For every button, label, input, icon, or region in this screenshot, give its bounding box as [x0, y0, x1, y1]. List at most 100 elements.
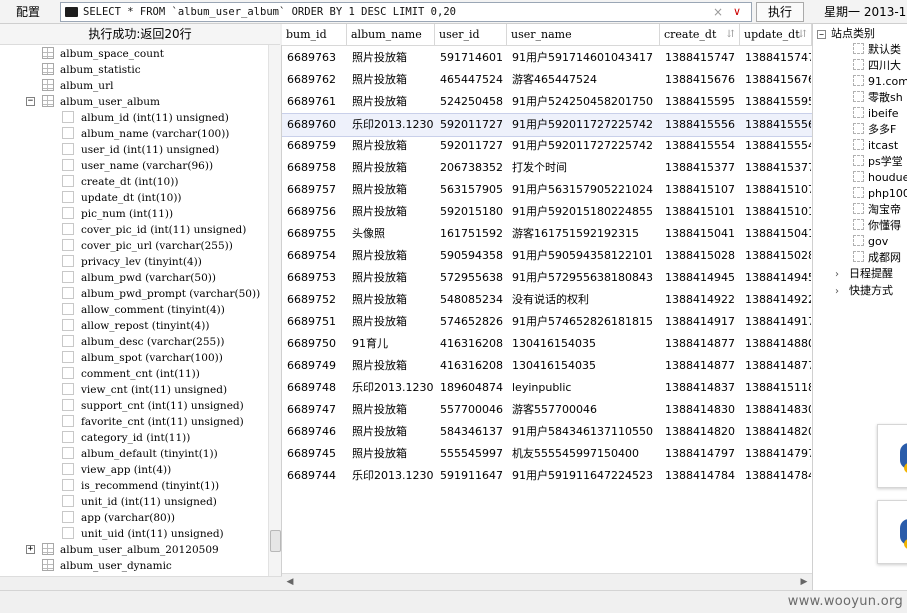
- cell-album-name[interactable]: 照片投放箱: [352, 135, 434, 157]
- cell-update-dt[interactable]: 1388415747: [745, 47, 811, 69]
- cell-user-name[interactable]: 91用户591714601043417: [512, 47, 659, 69]
- tree-table-item[interactable]: album_space_count: [42, 46, 164, 62]
- scroll-right-icon[interactable]: ▶: [798, 576, 810, 588]
- cell-bum-id[interactable]: 6689744: [287, 465, 346, 487]
- table-row[interactable]: 6689752 照片投放箱 548085234 没有说话的权利 1388414922 13…: [282, 289, 812, 311]
- cell-album-name[interactable]: 照片投放箱: [352, 443, 434, 465]
- cell-album-name[interactable]: 照片投放箱: [352, 355, 434, 377]
- column-header-user-id[interactable]: user_id: [435, 24, 507, 45]
- cell-user-name[interactable]: 91用户574652826181815: [512, 311, 659, 333]
- cell-update-dt[interactable]: 1388415041: [745, 223, 811, 245]
- table-row[interactable]: 6689760 乐印2013.1230 592011727 91用户592011727…: [282, 113, 812, 137]
- tree-field-item[interactable]: create_dt (int(10)): [62, 174, 178, 190]
- cell-update-dt[interactable]: 1388414797: [745, 443, 811, 465]
- cell-user-id[interactable]: 548085234: [440, 289, 506, 311]
- cell-album-name[interactable]: 照片投放箱: [352, 201, 434, 223]
- tree-field-item[interactable]: allow_repost (tinyint(4)): [62, 318, 209, 334]
- tree-field-item[interactable]: comment_cnt (int(11)): [62, 366, 200, 382]
- cell-update-dt[interactable]: 1388415556: [745, 114, 811, 136]
- tree-field-item[interactable]: favorite_cnt (int(11) unsigned): [62, 414, 244, 430]
- table-row[interactable]: 6689757 照片投放箱 563157905 91用户563157905221024…: [282, 179, 812, 201]
- cell-update-dt[interactable]: 1388415554: [745, 135, 811, 157]
- tree-field-item[interactable]: pic_num (int(11)): [62, 206, 173, 222]
- tree-field-item[interactable]: view_app (int(4)): [62, 462, 171, 478]
- tree-field-item[interactable]: update_dt (int(10)): [62, 190, 182, 206]
- cell-user-id[interactable]: 590594358: [440, 245, 506, 267]
- cell-update-dt[interactable]: 1388415107: [745, 179, 811, 201]
- scrollbar-thumb[interactable]: [270, 530, 281, 552]
- cell-album-name[interactable]: 照片投放箱: [352, 47, 434, 69]
- cell-album-name[interactable]: 照片投放箱: [352, 289, 434, 311]
- cell-bum-id[interactable]: 6689751: [287, 311, 346, 333]
- table-row[interactable]: 6689748 乐印2013.1230 189604874 leyinpublic 13…: [282, 377, 812, 399]
- cell-bum-id[interactable]: 6689748: [287, 377, 346, 399]
- cell-bum-id[interactable]: 6689754: [287, 245, 346, 267]
- scroll-left-icon[interactable]: ◀: [284, 576, 296, 588]
- tree-field-item[interactable]: app (varchar(80)): [62, 510, 175, 526]
- cell-bum-id[interactable]: 6689755: [287, 223, 346, 245]
- table-row[interactable]: 6689762 照片投放箱 465447524 游客465447524 13884156…: [282, 69, 812, 91]
- cell-create-dt[interactable]: 1388415595: [665, 91, 739, 113]
- cell-user-id[interactable]: 592011727: [440, 135, 506, 157]
- cell-album-name[interactable]: 照片投放箱: [352, 267, 434, 289]
- cell-update-dt[interactable]: 1388414922: [745, 289, 811, 311]
- cell-user-name[interactable]: 没有说话的权利: [512, 289, 659, 311]
- cell-create-dt[interactable]: 1388415556: [665, 114, 739, 136]
- cell-create-dt[interactable]: 1388414945: [665, 267, 739, 289]
- cell-user-id[interactable]: 555545997: [440, 443, 506, 465]
- sql-input[interactable]: SELECT * FROM `album_user_album` ORDER B…: [60, 2, 752, 22]
- cell-update-dt[interactable]: 1388414880: [745, 333, 811, 355]
- table-row[interactable]: 6689749 照片投放箱 416316208 130416154035 1388414…: [282, 355, 812, 377]
- expand-icon[interactable]: +: [26, 545, 35, 554]
- cell-create-dt[interactable]: 1388414877: [665, 333, 739, 355]
- cell-user-id[interactable]: 465447524: [440, 69, 506, 91]
- tree-field-item[interactable]: album_spot (varchar(100)): [62, 350, 223, 366]
- tree-table-item[interactable]: album_url: [42, 78, 113, 94]
- sort-icon[interactable]: ⇵: [727, 24, 735, 45]
- cell-update-dt[interactable]: 1388415676: [745, 69, 811, 91]
- site-item[interactable]: houdue: [853, 170, 907, 186]
- cell-album-name[interactable]: 91育儿: [352, 333, 434, 355]
- tree-table-item[interactable]: album_statistic: [42, 62, 141, 78]
- cell-update-dt[interactable]: 1388414820: [745, 421, 811, 443]
- tree-field-item[interactable]: support_cnt (int(11) unsigned): [62, 398, 244, 414]
- run-button[interactable]: 执行: [756, 2, 804, 22]
- site-item[interactable]: 成都网: [853, 250, 901, 266]
- tree-field-item[interactable]: is_recommend (tinyint(1)): [62, 478, 219, 494]
- tree-field-item[interactable]: unit_id (int(11) unsigned): [62, 494, 217, 510]
- collapse-icon[interactable]: −: [817, 30, 826, 39]
- table-row[interactable]: 6689756 照片投放箱 592015180 91用户592015180224855…: [282, 201, 812, 223]
- tree-horizontal-scrollbar[interactable]: [0, 576, 282, 590]
- tree-field-item[interactable]: category_id (int(11)): [62, 430, 190, 446]
- cell-user-name[interactable]: 91用户590594358122101: [512, 245, 659, 267]
- cell-user-name[interactable]: 130416154035: [512, 355, 659, 377]
- cell-create-dt[interactable]: 1388414877: [665, 355, 739, 377]
- cell-bum-id[interactable]: 6689746: [287, 421, 346, 443]
- tree-field-item[interactable]: allow_comment (tinyint(4)): [62, 302, 225, 318]
- site-item[interactable]: 默认类: [853, 42, 901, 58]
- tree-field-item[interactable]: cover_pic_url (varchar(255)): [62, 238, 233, 254]
- cell-album-name[interactable]: 照片投放箱: [352, 69, 434, 91]
- cell-user-id[interactable]: 592011727: [440, 114, 506, 136]
- cell-bum-id[interactable]: 6689763: [287, 47, 346, 69]
- cell-user-name[interactable]: 91用户592015180224855: [512, 201, 659, 223]
- sort-icon[interactable]: ⇵: [799, 24, 807, 45]
- cell-bum-id[interactable]: 6689747: [287, 399, 346, 421]
- cell-user-id[interactable]: 416316208: [440, 355, 506, 377]
- table-row[interactable]: 6689754 照片投放箱 590594358 91用户590594358122101…: [282, 245, 812, 267]
- cell-album-name[interactable]: 乐印2013.1230: [352, 114, 434, 136]
- table-row[interactable]: 6689747 照片投放箱 557700046 游客557700046 13884148…: [282, 399, 812, 421]
- cell-user-id[interactable]: 189604874: [440, 377, 506, 399]
- cell-update-dt[interactable]: 1388414830: [745, 399, 811, 421]
- table-row[interactable]: 6689745 照片投放箱 555545997 机友555545997150400 13…: [282, 443, 812, 465]
- table-row[interactable]: 6689744 乐印2013.1230 591911647 91用户591911647…: [282, 465, 812, 487]
- cell-album-name[interactable]: 照片投放箱: [352, 245, 434, 267]
- cell-bum-id[interactable]: 6689753: [287, 267, 346, 289]
- chevron-right-icon[interactable]: ›: [835, 284, 845, 300]
- column-header-album-name[interactable]: album_name: [347, 24, 435, 45]
- table-row[interactable]: 6689755 头像照 161751592 游客161751592192315 1388…: [282, 223, 812, 245]
- tree-field-item[interactable]: unit_uid (int(11) unsigned): [62, 526, 224, 542]
- table-row[interactable]: 6689751 照片投放箱 574652826 91用户574652826181815…: [282, 311, 812, 333]
- site-item[interactable]: ibeife: [853, 106, 899, 122]
- cell-user-id[interactable]: 592015180: [440, 201, 506, 223]
